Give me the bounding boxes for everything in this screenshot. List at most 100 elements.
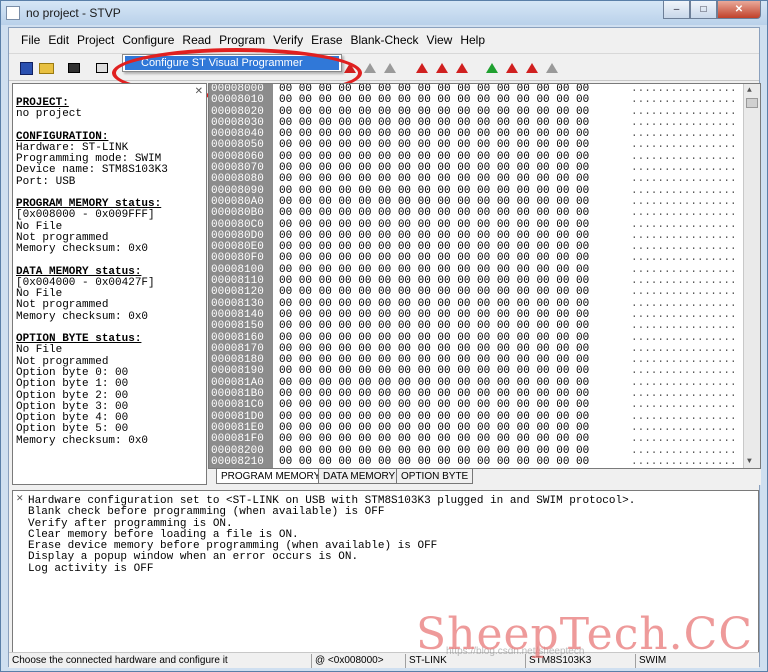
ascii-row: ................ (631, 433, 737, 446)
open-button[interactable] (37, 59, 55, 77)
project-info-panel: ✕ PROJECT: no project CONFIGURATION: Har… (12, 83, 207, 485)
read-option-button[interactable] (483, 59, 501, 77)
verify-option-button[interactable] (523, 59, 541, 77)
maximize-button[interactable]: □ (690, 1, 717, 19)
window-controls: – □ ✕ (663, 1, 761, 19)
info-line: Port: USB (16, 175, 76, 188)
program-option-button[interactable] (503, 59, 521, 77)
program-current-tab-button[interactable] (341, 59, 359, 77)
info-line: No File (16, 344, 63, 357)
address-cell: 000081C0 (211, 399, 264, 412)
menu-view[interactable]: View (423, 33, 457, 47)
menu-file[interactable]: File (17, 33, 44, 47)
bytes-row[interactable]: 00 00 00 00 00 00 00 00 00 00 00 00 00 0… (279, 207, 619, 219)
address-cell: 00008150 (211, 320, 264, 333)
printer-icon (96, 63, 108, 73)
green-arrow-icon (486, 63, 498, 73)
bytes-row[interactable]: 00 00 00 00 00 00 00 00 00 00 00 00 00 0… (279, 433, 619, 445)
red-arrow-icon (344, 63, 356, 73)
status-address: @ <0x008000> (311, 654, 384, 668)
minimize-button[interactable]: – (663, 1, 690, 19)
red-arrow-icon (526, 63, 538, 73)
scroll-up-icon[interactable]: ▲ (747, 86, 752, 95)
program-all-button[interactable] (433, 59, 451, 77)
ascii-row: ................ (631, 207, 737, 220)
status-hint: Choose the connected hardware and config… (12, 655, 228, 666)
folder-icon (38, 62, 54, 74)
read-all-button[interactable] (413, 59, 431, 77)
address-column: 00008000 00008010 00008020 00008030 00008040… (209, 84, 273, 468)
scroll-down-icon[interactable]: ▼ (747, 457, 752, 466)
menu-verify[interactable]: Verify (269, 33, 307, 47)
tab-option-byte[interactable]: OPTION BYTE (396, 469, 474, 484)
bytes-row[interactable]: 00 00 00 00 00 00 00 00 00 00 00 00 00 0… (279, 320, 619, 332)
log-line: Log activity is OFF (28, 562, 154, 575)
scroll-thumb[interactable] (746, 98, 758, 108)
menu-read[interactable]: Read (178, 33, 215, 47)
menu-project[interactable]: Project (73, 33, 118, 47)
ascii-column: ........................................… (631, 84, 741, 468)
gray-arrow-icon (364, 63, 376, 73)
red-arrow-icon (436, 63, 448, 73)
close-icon[interactable]: ✕ (16, 493, 24, 504)
bytes-column[interactable]: 00 00 00 00 00 00 00 00 00 00 00 00 00 0… (279, 84, 619, 468)
red-arrow-icon (456, 63, 468, 73)
info-line: [0x008000 - 0x009FFF] (16, 209, 155, 222)
ascii-row: ................ (631, 286, 737, 299)
client-area: File Edit Project Configure Read Program… (8, 27, 761, 668)
configure-menu-dropdown: Configure ST Visual Programmer (122, 54, 342, 72)
ascii-row: ................ (631, 320, 737, 333)
bytes-row[interactable]: 00 00 00 00 00 00 00 00 00 00 00 00 00 0… (279, 400, 619, 412)
address-cell: 000081F0 (211, 433, 264, 446)
red-arrow-icon (416, 63, 428, 73)
verify-all-button[interactable] (453, 59, 471, 77)
log-line: Blank check before programming (when ava… (28, 506, 385, 519)
info-line: Memory checksum: 0x0 (16, 434, 149, 447)
menu-program[interactable]: Program (215, 33, 269, 47)
tab-program-memory[interactable]: PROGRAM MEMORY (216, 469, 326, 484)
memory-tabs: PROGRAM MEMORY DATA MEMORY OPTION BYTE (208, 469, 761, 485)
app-icon (6, 6, 20, 20)
info-line: no project (16, 108, 83, 121)
ascii-row: ................ (631, 455, 737, 468)
floppy-disk-icon (19, 61, 33, 75)
print-button[interactable] (93, 59, 111, 77)
address-cell: 000080B0 (211, 207, 264, 220)
gray-arrow-icon (384, 63, 396, 73)
vertical-scrollbar[interactable]: ▲ ▼ (743, 84, 760, 468)
ascii-row: ................ (631, 399, 737, 412)
address-cell: 00008080 (211, 173, 264, 186)
configure-stvp-menu-item[interactable]: Configure ST Visual Programmer (125, 56, 339, 70)
menu-help[interactable]: Help (456, 33, 489, 47)
bytes-row[interactable]: 00 00 00 00 00 00 00 00 00 00 00 00 00 0… (279, 94, 619, 106)
info-line: Memory checksum: 0x0 (16, 243, 149, 256)
address-cell: 00008120 (211, 286, 264, 299)
window-title: no project - STVP (26, 6, 121, 20)
address-cell: 00008010 (211, 94, 264, 107)
info-line: Option byte 1: 00 (16, 378, 129, 391)
memory-hex-view[interactable]: 00008000 00008010 00008020 00008030 00008040… (208, 83, 761, 469)
erase-current-tab-button[interactable] (381, 59, 399, 77)
bytes-row[interactable]: 00 00 00 00 00 00 00 00 00 00 00 00 00 0… (279, 287, 619, 299)
verify-current-tab-button[interactable] (361, 59, 379, 77)
chip-icon (68, 63, 80, 73)
close-icon[interactable]: ✕ (195, 86, 203, 97)
red-arrow-icon (506, 63, 518, 73)
bytes-row[interactable]: 00 00 00 00 00 00 00 00 00 00 00 00 00 0… (279, 456, 619, 468)
erase-option-button[interactable] (543, 59, 561, 77)
save-button[interactable] (17, 59, 35, 77)
menu-edit[interactable]: Edit (44, 33, 73, 47)
close-button[interactable]: ✕ (717, 1, 761, 19)
title-bar[interactable]: no project - STVP – □ ✕ (1, 1, 767, 25)
menu-erase[interactable]: Erase (307, 33, 346, 47)
read-device-button[interactable] (65, 59, 83, 77)
ascii-row: ................ (631, 173, 737, 186)
tab-data-memory[interactable]: DATA MEMORY (318, 469, 401, 484)
bytes-row[interactable]: 00 00 00 00 00 00 00 00 00 00 00 00 00 0… (279, 174, 619, 186)
address-cell: 00008210 (211, 455, 264, 468)
watermark-text: SheepTech.CC (416, 609, 753, 660)
menu-blank-check[interactable]: Blank-Check (347, 33, 423, 47)
application-window: no project - STVP – □ ✕ File Edit Projec… (0, 0, 768, 672)
info-line: Memory checksum: 0x0 (16, 310, 149, 323)
menu-configure[interactable]: Configure (118, 33, 178, 47)
